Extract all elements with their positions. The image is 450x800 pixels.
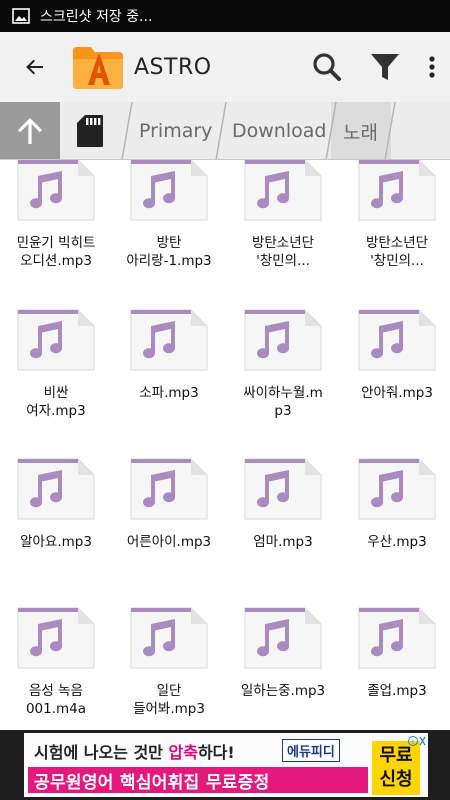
file-name: 엄마.mp3 (253, 534, 313, 550)
back-button[interactable] (0, 32, 70, 102)
crumb-separator (121, 102, 133, 159)
file-item[interactable]: 음성 녹음 001.m4a (0, 598, 112, 730)
image-icon (10, 7, 32, 25)
file-name: 일단 들어봐.mp3 (133, 683, 205, 717)
ad-headline: 시험에 나오는 것만 압축하다! (34, 743, 235, 762)
crumb-separator (215, 102, 227, 159)
breadcrumb: Primary Download 노래 (0, 102, 450, 160)
file-item[interactable]: 방탄 아리랑-1.mp3 (113, 160, 225, 290)
ad-info-icon[interactable]: i (408, 735, 426, 747)
file-item[interactable]: 어른아이.mp3 (113, 449, 225, 589)
music-file-icon (244, 607, 322, 669)
file-name: 소파.mp3 (139, 385, 199, 401)
music-file-icon (17, 458, 95, 520)
action-bar: ASTRO (0, 32, 450, 102)
music-file-icon (358, 309, 436, 371)
filter-button[interactable] (356, 32, 414, 102)
file-name: 어른아이.mp3 (126, 534, 212, 550)
status-bar: 스크린샷 저장 중... (0, 0, 450, 32)
file-item[interactable]: 방탄소년단 '창민의... (341, 160, 450, 290)
file-name: 일하는중.mp3 (240, 683, 326, 699)
crumb-primary[interactable]: Primary (139, 102, 212, 159)
file-name: 안아줘.mp3 (361, 385, 433, 401)
music-file-icon (130, 160, 208, 221)
file-name: 비싼 여자.mp3 (26, 385, 86, 419)
music-file-icon (130, 458, 208, 520)
file-name: 우산.mp3 (367, 534, 427, 550)
music-file-icon (244, 309, 322, 371)
file-name: 알아요.mp3 (20, 534, 92, 550)
file-name: 방탄 아리랑-1.mp3 (126, 235, 212, 269)
search-icon (313, 53, 341, 81)
back-arrow-icon (26, 59, 43, 75)
app-title: ASTRO (134, 54, 212, 80)
file-name: 방탄소년단 '창민의... (365, 235, 429, 269)
music-file-icon (17, 160, 95, 221)
music-file-icon (358, 607, 436, 669)
search-button[interactable] (298, 32, 356, 102)
ad-brand: 에듀피디 (282, 739, 340, 762)
music-file-icon (130, 607, 208, 669)
file-item[interactable]: 엄마.mp3 (227, 449, 339, 589)
navigate-up-button[interactable] (0, 102, 60, 159)
file-item[interactable]: 알아요.mp3 (0, 449, 112, 589)
up-arrow-icon (18, 118, 42, 144)
music-file-icon (358, 160, 436, 221)
music-file-icon (17, 607, 95, 669)
status-notification-text: 스크린샷 저장 중... (40, 9, 153, 25)
crumb-separator (384, 102, 396, 159)
file-name: 졸업.mp3 (367, 683, 427, 699)
crumb-separator (325, 102, 337, 159)
file-grid: 민윤기 빅히트 오디션.mp3 방탄 아리랑-1.mp3 방탄소년단 '창민의...… (0, 160, 450, 730)
overflow-menu-button[interactable] (414, 32, 450, 102)
ad-content[interactable]: 시험에 나오는 것만 압축하다! 에듀피디 공무원영어 핵심어휘집 무료증정 무… (24, 733, 428, 797)
svg-text:i: i (412, 738, 414, 746)
file-item[interactable]: 일단 들어봐.mp3 (113, 598, 225, 730)
music-file-icon (358, 458, 436, 520)
file-item[interactable]: 싸이하누월.m p3 (227, 300, 339, 440)
file-name: 음성 녹음 001.m4a (25, 683, 87, 717)
sd-card-crumb[interactable] (62, 102, 118, 159)
music-file-icon (130, 309, 208, 371)
file-item[interactable]: 비싼 여자.mp3 (0, 300, 112, 440)
file-name: 싸이하누월.m p3 (243, 385, 323, 419)
astro-logo-icon (70, 42, 126, 92)
toolbar-actions (298, 32, 450, 102)
filter-icon (371, 54, 399, 80)
file-item[interactable]: 안아줘.mp3 (341, 300, 450, 440)
ad-subline: 공무원영어 핵심어휘집 무료증정 (28, 767, 368, 793)
file-name: 민윤기 빅히트 오디션.mp3 (16, 235, 96, 269)
file-item[interactable]: 소파.mp3 (113, 300, 225, 440)
music-file-icon (17, 309, 95, 371)
file-name: 방탄소년단 '창민의... (251, 235, 315, 269)
crumb-current-folder[interactable]: 노래 (343, 102, 378, 159)
file-item[interactable]: 졸업.mp3 (341, 598, 450, 730)
music-file-icon (244, 458, 322, 520)
sd-card-icon (77, 115, 103, 147)
music-file-icon (244, 160, 322, 221)
crumb-download[interactable]: Download (232, 102, 326, 159)
file-item[interactable]: 민윤기 빅히트 오디션.mp3 (0, 160, 112, 290)
file-item[interactable]: 우산.mp3 (341, 449, 450, 589)
file-item[interactable]: 일하는중.mp3 (227, 598, 339, 730)
ad-cta-button[interactable]: 무료 신청 (372, 741, 420, 795)
ad-banner[interactable]: 시험에 나오는 것만 압축하다! 에듀피디 공무원영어 핵심어휘집 무료증정 무… (0, 730, 450, 800)
more-vertical-icon (429, 56, 435, 78)
file-item[interactable]: 방탄소년단 '창민의... (227, 160, 339, 290)
